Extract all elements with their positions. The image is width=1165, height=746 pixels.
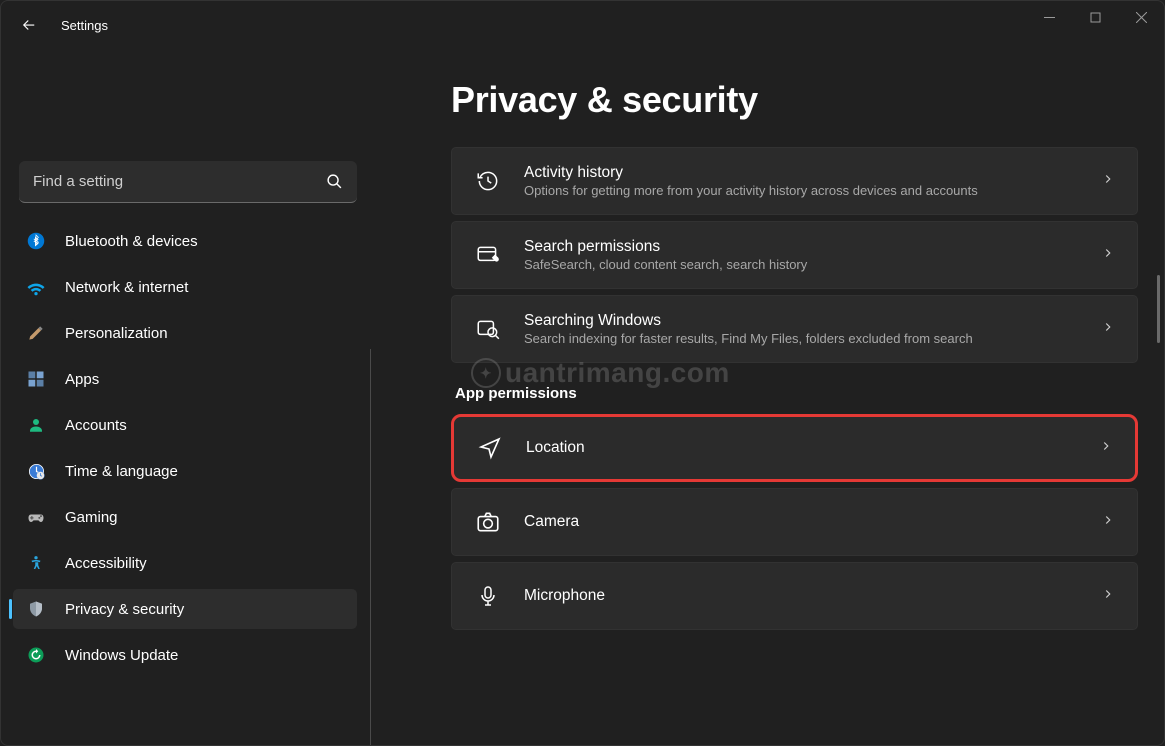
chevron-right-icon bbox=[1101, 172, 1115, 191]
chevron-right-icon bbox=[1101, 320, 1115, 339]
search-icon bbox=[326, 173, 343, 190]
sidebar-item-privacy[interactable]: Privacy & security bbox=[13, 589, 357, 629]
sidebar-item-accounts[interactable]: Accounts bbox=[13, 405, 357, 445]
scrollbar-thumb[interactable] bbox=[1157, 275, 1160, 343]
card-camera[interactable]: Camera bbox=[451, 488, 1138, 556]
card-title: Search permissions bbox=[524, 238, 1101, 256]
titlebar: Settings bbox=[1, 1, 1164, 49]
card-microphone[interactable]: Microphone bbox=[451, 562, 1138, 630]
update-icon bbox=[25, 644, 47, 666]
sidebar: Bluetooth & devices Network & internet P… bbox=[1, 49, 371, 745]
wifi-icon bbox=[25, 276, 47, 298]
card-subtitle: Search indexing for faster results, Find… bbox=[524, 331, 1101, 346]
sidebar-item-bluetooth[interactable]: Bluetooth & devices bbox=[13, 221, 357, 261]
minimize-button[interactable] bbox=[1026, 1, 1072, 33]
location-icon bbox=[476, 434, 504, 462]
card-title: Activity history bbox=[524, 164, 1101, 182]
main-content: Privacy & security Activity history Opti… bbox=[371, 49, 1164, 745]
app-title: Settings bbox=[61, 18, 108, 33]
sidebar-item-accessibility[interactable]: Accessibility bbox=[13, 543, 357, 583]
history-icon bbox=[474, 167, 502, 195]
sidebar-item-label: Personalization bbox=[65, 325, 168, 342]
sidebar-item-label: Bluetooth & devices bbox=[65, 233, 198, 250]
sidebar-item-label: Apps bbox=[65, 371, 99, 388]
card-title: Location bbox=[526, 439, 1099, 457]
chevron-right-icon bbox=[1101, 587, 1115, 606]
chevron-right-icon bbox=[1099, 439, 1113, 458]
page-title: Privacy & security bbox=[451, 79, 1138, 121]
card-title: Camera bbox=[524, 513, 1101, 531]
person-icon bbox=[25, 414, 47, 436]
nav: Bluetooth & devices Network & internet P… bbox=[13, 221, 363, 675]
close-icon bbox=[1136, 12, 1147, 23]
sidebar-item-time[interactable]: Time & language bbox=[13, 451, 357, 491]
card-search-permissions[interactable]: Search permissions SafeSearch, cloud con… bbox=[451, 221, 1138, 289]
sidebar-item-label: Gaming bbox=[65, 509, 118, 526]
card-subtitle: SafeSearch, cloud content search, search… bbox=[524, 257, 1101, 272]
sidebar-item-network[interactable]: Network & internet bbox=[13, 267, 357, 307]
sidebar-item-update[interactable]: Windows Update bbox=[13, 635, 357, 675]
account-block[interactable] bbox=[19, 61, 357, 147]
sidebar-item-label: Accounts bbox=[65, 417, 127, 434]
search-permissions-icon bbox=[474, 241, 502, 269]
paintbrush-icon bbox=[25, 322, 47, 344]
sidebar-item-label: Windows Update bbox=[65, 647, 178, 664]
microphone-icon bbox=[474, 582, 502, 610]
maximize-icon bbox=[1090, 12, 1101, 23]
card-activity-history[interactable]: Activity history Options for getting mor… bbox=[451, 147, 1138, 215]
shield-icon bbox=[25, 598, 47, 620]
layout: Bluetooth & devices Network & internet P… bbox=[1, 49, 1164, 745]
sidebar-item-label: Network & internet bbox=[65, 279, 188, 296]
bluetooth-icon bbox=[25, 230, 47, 252]
sidebar-item-label: Time & language bbox=[65, 463, 178, 480]
card-title: Microphone bbox=[524, 587, 1101, 605]
card-searching-windows[interactable]: Searching Windows Search indexing for fa… bbox=[451, 295, 1138, 363]
search-box[interactable] bbox=[19, 161, 357, 203]
back-button[interactable] bbox=[17, 13, 41, 37]
sidebar-item-apps[interactable]: Apps bbox=[13, 359, 357, 399]
window-controls bbox=[1026, 1, 1164, 33]
sidebar-item-label: Privacy & security bbox=[65, 601, 184, 618]
search-input[interactable] bbox=[33, 173, 326, 190]
maximize-button[interactable] bbox=[1072, 1, 1118, 33]
accessibility-icon bbox=[25, 552, 47, 574]
sidebar-item-personalization[interactable]: Personalization bbox=[13, 313, 357, 353]
gamepad-icon bbox=[25, 506, 47, 528]
card-subtitle: Options for getting more from your activ… bbox=[524, 183, 1101, 198]
card-title: Searching Windows bbox=[524, 312, 1101, 330]
chevron-right-icon bbox=[1101, 513, 1115, 532]
close-button[interactable] bbox=[1118, 1, 1164, 33]
apps-icon bbox=[25, 368, 47, 390]
card-location[interactable]: Location bbox=[451, 414, 1138, 482]
chevron-right-icon bbox=[1101, 246, 1115, 265]
searching-windows-icon bbox=[474, 315, 502, 343]
sidebar-item-label: Accessibility bbox=[65, 555, 147, 572]
minimize-icon bbox=[1044, 12, 1055, 23]
clock-globe-icon bbox=[25, 460, 47, 482]
camera-icon bbox=[474, 508, 502, 536]
section-header: App permissions bbox=[455, 385, 1138, 402]
arrow-left-icon bbox=[20, 16, 38, 34]
sidebar-item-gaming[interactable]: Gaming bbox=[13, 497, 357, 537]
